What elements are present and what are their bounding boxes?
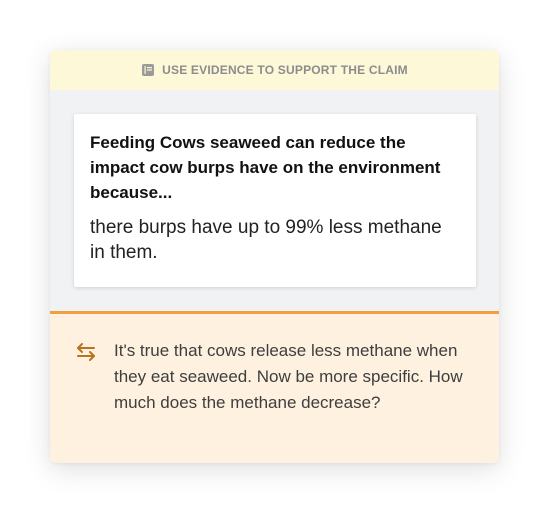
revise-arrows-icon [77, 343, 95, 361]
instruction-label: USE EVIDENCE TO SUPPORT THE CLAIM [162, 63, 408, 77]
feedback-panel: It's true that cows release less methane… [50, 311, 499, 463]
student-answer[interactable]: there burps have up to 99% less methane … [90, 215, 460, 265]
book-icon [142, 64, 155, 76]
prompt-text: Feeding Cows seaweed can reduce the impa… [90, 133, 441, 202]
instruction-header: USE EVIDENCE TO SUPPORT THE CLAIM [50, 50, 499, 90]
response-box[interactable]: Feeding Cows seaweed can reduce the impa… [74, 114, 476, 287]
activity-card: USE EVIDENCE TO SUPPORT THE CLAIM Feedin… [50, 50, 499, 463]
feedback-text: It's true that cows release less methane… [114, 341, 463, 412]
